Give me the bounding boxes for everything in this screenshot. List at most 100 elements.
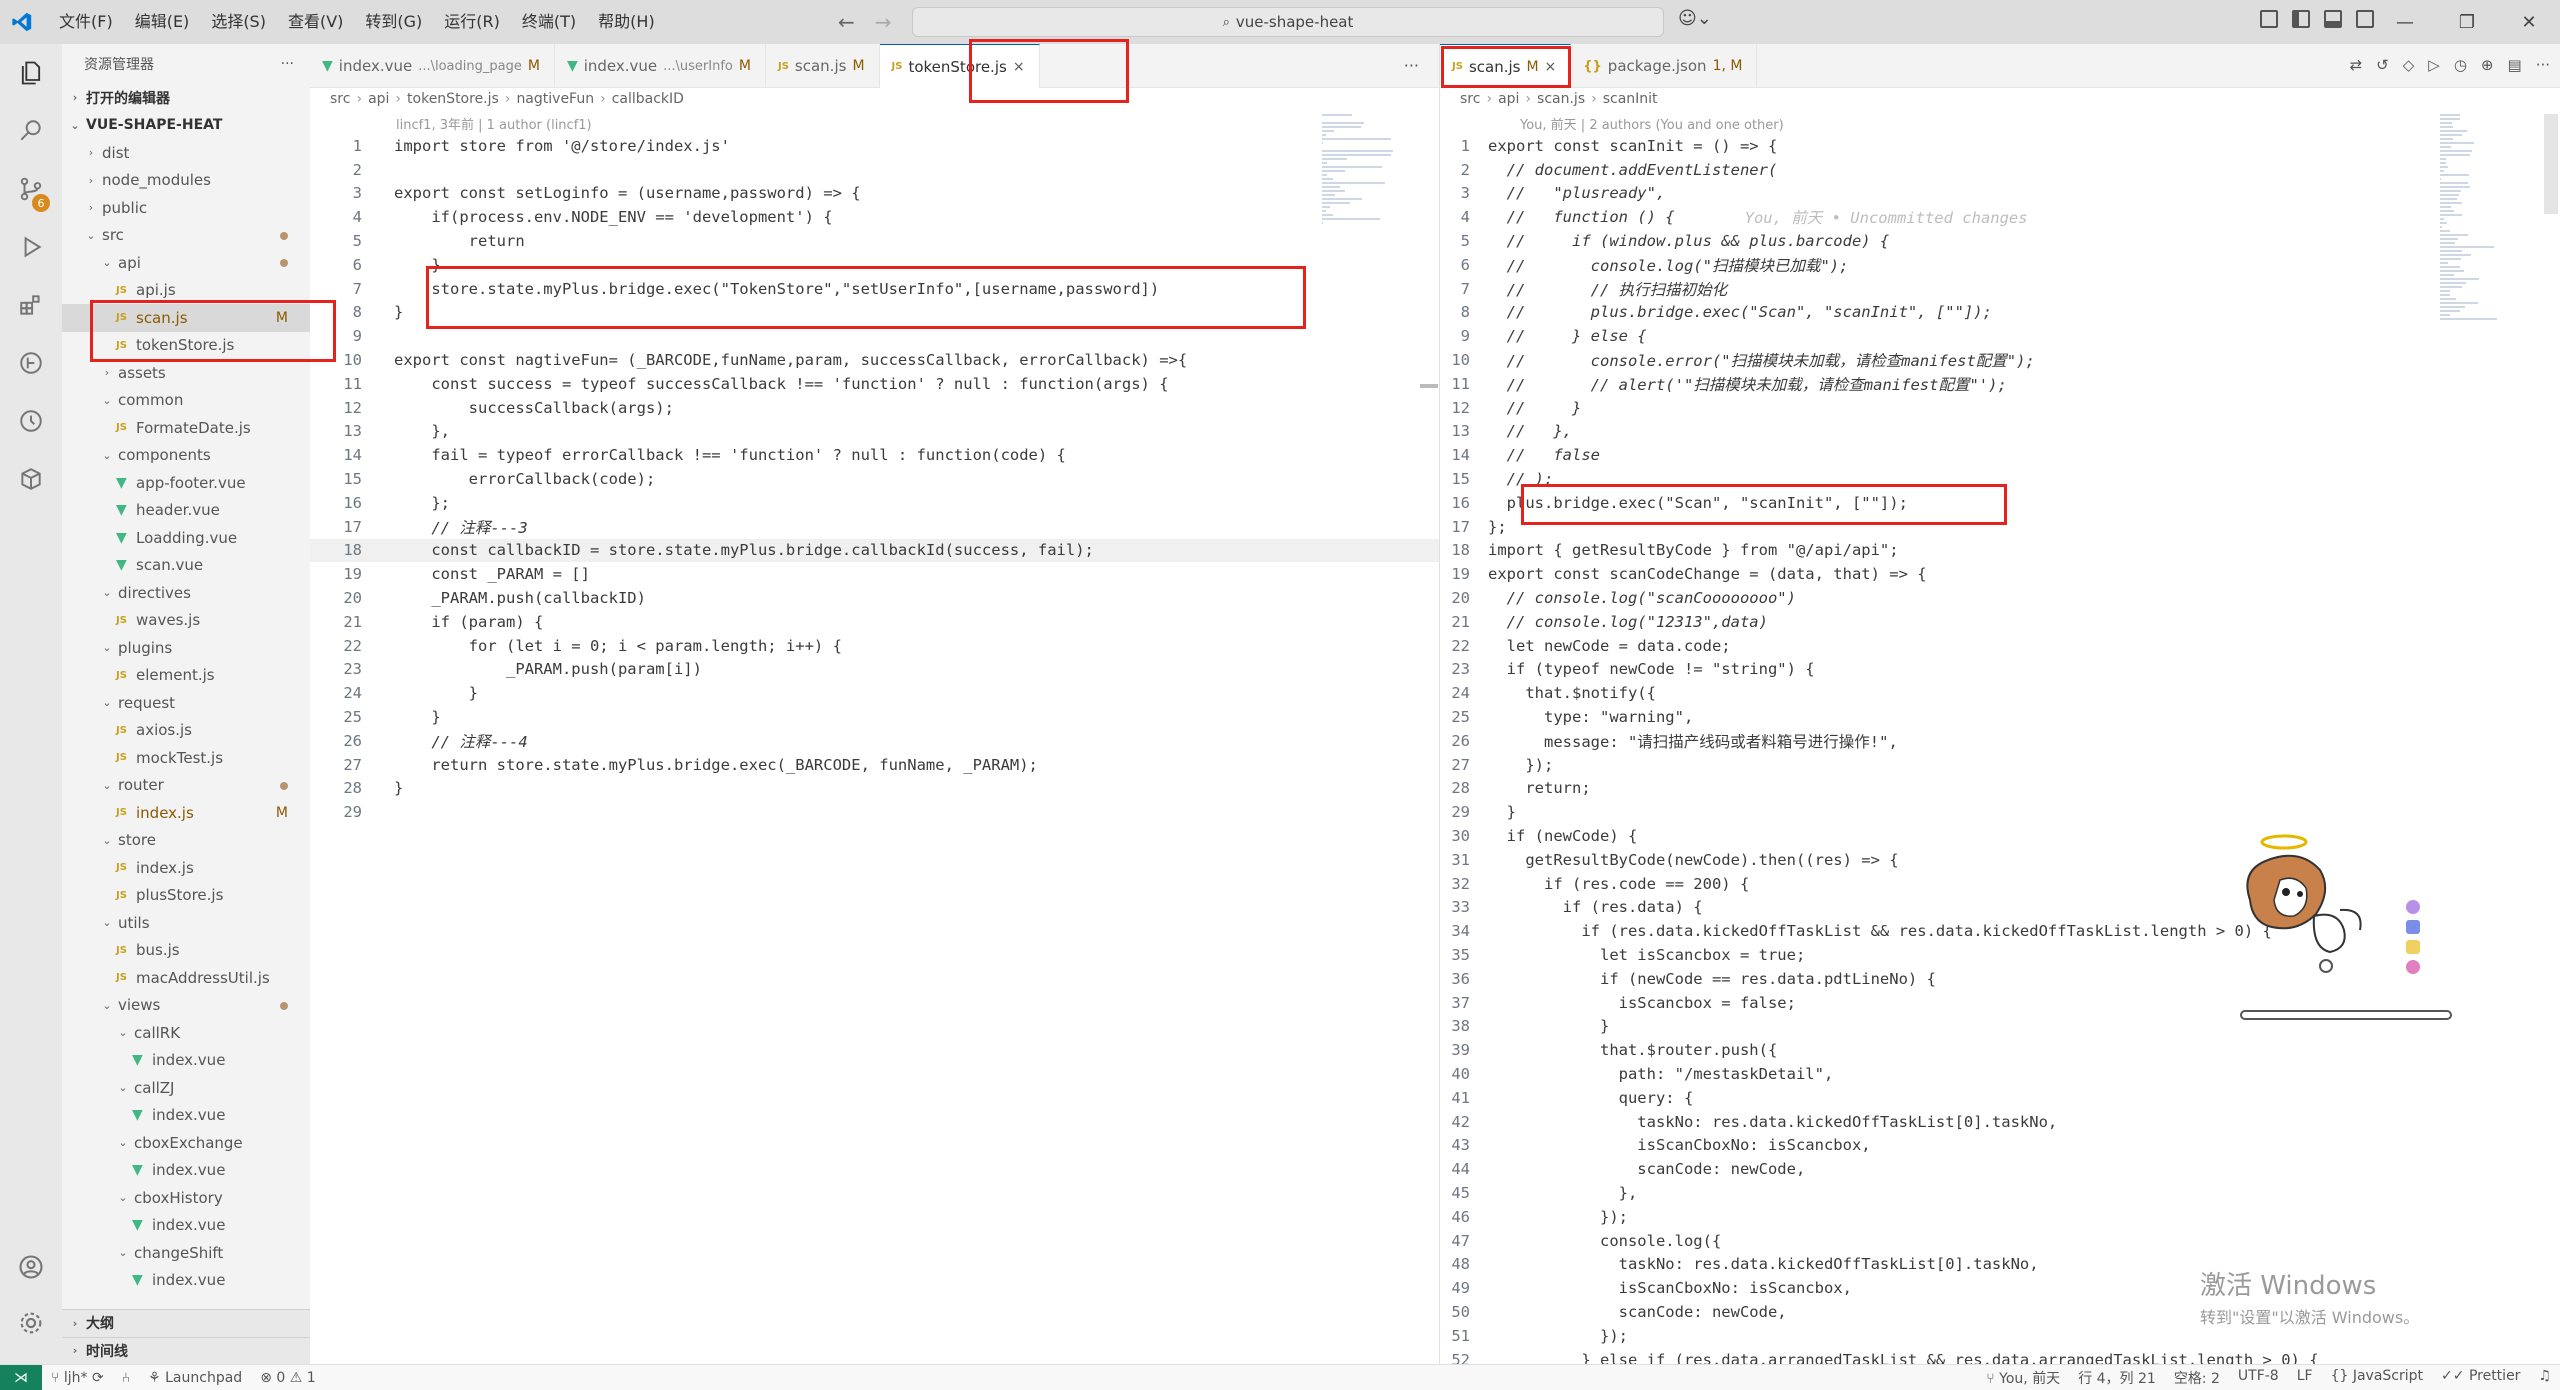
settings-gear-icon[interactable] — [16, 1308, 46, 1338]
branch-indicator[interactable]: ⑂ ljh* ⟳ — [42, 1370, 113, 1386]
indentation[interactable]: 空格: 2 — [2165, 1368, 2229, 1388]
end-of-line[interactable]: LF — [2288, 1368, 2322, 1388]
code-line[interactable]: 27 }); — [1440, 753, 2560, 777]
right-scrollbar-thumb[interactable] — [2544, 114, 2558, 214]
cursor-position[interactable]: 行 4，列 21 — [2069, 1368, 2165, 1388]
breadcrumb-item[interactable]: tokenStore.js — [407, 91, 499, 107]
open-editors-section[interactable]: › 打开的编辑器 — [62, 84, 310, 112]
code-line[interactable]: 25 type: "warning", — [1440, 705, 2560, 729]
code-line[interactable]: 14 fail = typeof errorCallback !== 'func… — [310, 443, 1439, 467]
editor-tab[interactable]: {} package.json 1, M — [1571, 44, 1758, 88]
blame-status[interactable]: ⑂ You, 前天 — [1977, 1368, 2069, 1388]
tree-folder[interactable]: ⌄ api — [62, 249, 310, 277]
tree-folder[interactable]: › public — [62, 194, 310, 222]
code-line[interactable]: 3 // "plusready", — [1440, 182, 2560, 206]
menu-item[interactable]: 帮助(H) — [587, 0, 666, 44]
more-actions-icon[interactable]: ··· — [281, 56, 294, 72]
tree-folder[interactable]: ⌄ components — [62, 442, 310, 470]
split-editor-icon[interactable]: ▤ — [2508, 56, 2522, 74]
tree-file[interactable]: JS index.js M — [62, 799, 310, 827]
code-line[interactable]: 27 return store.state.myPlus.bridge.exec… — [310, 753, 1439, 777]
tree-file[interactable]: JS scan.js M — [62, 304, 310, 332]
code-line[interactable]: 13 // }, — [1440, 420, 2560, 444]
explorer-icon[interactable] — [16, 58, 46, 88]
code-line[interactable]: 21 // console.log("12313",data) — [1440, 610, 2560, 634]
tree-file[interactable]: JS api.js — [62, 277, 310, 305]
search-icon[interactable] — [16, 116, 46, 146]
code-line[interactable]: 22 let newCode = data.code; — [1440, 634, 2560, 658]
code-line[interactable]: 18 import { getResultByCode } from "@/api… — [1440, 539, 2560, 563]
code-line[interactable]: 28} — [310, 777, 1439, 801]
code-line[interactable]: 12 successCallback(args); — [310, 396, 1439, 420]
code-line[interactable]: 24 } — [310, 681, 1439, 705]
tree-folder[interactable]: ⌄ utils — [62, 909, 310, 937]
code-line[interactable]: 28 return; — [1440, 777, 2560, 801]
git-history-icon[interactable]: ↺ — [2376, 56, 2389, 74]
tree-folder[interactable]: ⌄ directives — [62, 579, 310, 607]
tree-file[interactable]: JS plusStore.js — [62, 882, 310, 910]
tree-folder[interactable]: ⌄ request — [62, 689, 310, 717]
containers-icon[interactable] — [16, 464, 46, 494]
pet-food-icon[interactable] — [2406, 940, 2420, 954]
code-line[interactable]: 22 for (let i = 0; i < param.length; i++… — [310, 634, 1439, 658]
menu-item[interactable]: 转到(G) — [354, 0, 433, 44]
left-minimap[interactable] — [1322, 114, 1398, 230]
code-line[interactable]: 16 plus.bridge.exec("Scan", "scanInit", … — [1440, 491, 2560, 515]
code-line[interactable]: 47 console.log({ — [1440, 1229, 2560, 1253]
code-line[interactable]: 34 if (res.data.kickedOffTaskList && res… — [1440, 919, 2560, 943]
tree-folder[interactable]: ⌄ cboxHistory — [62, 1184, 310, 1212]
editor-more-actions-icon[interactable]: ··· — [1404, 56, 1419, 75]
extensions-icon[interactable] — [16, 290, 46, 320]
tree-folder[interactable]: ⌄ callZJ — [62, 1074, 310, 1102]
tree-folder[interactable]: ⌄ views — [62, 992, 310, 1020]
tree-folder[interactable]: ⌄ cboxExchange — [62, 1129, 310, 1157]
remote-explorer-icon[interactable] — [16, 406, 46, 436]
launchpad-button[interactable]: ⚘ Launchpad — [139, 1370, 251, 1386]
pet-heart-icon[interactable] — [2406, 960, 2420, 974]
back-arrow-icon[interactable]: ← — [838, 10, 855, 34]
right-minimap[interactable] — [2440, 114, 2498, 322]
code-line[interactable]: 13 }, — [310, 420, 1439, 444]
code-line[interactable]: 15 // ); — [1440, 467, 2560, 491]
code-line[interactable]: 4 if(process.env.NODE_ENV == 'developmen… — [310, 205, 1439, 229]
code-line[interactable]: 35 let isScancbox = true; — [1440, 943, 2560, 967]
code-line[interactable]: 8 // plus.bridge.exec("Scan", "scanInit"… — [1440, 301, 2560, 325]
code-line[interactable]: 4 // function () {You, 前天 • Uncommitted … — [1440, 205, 2560, 229]
code-line[interactable]: 9 // } else { — [1440, 324, 2560, 348]
code-line[interactable]: 15 errorCallback(code); — [310, 467, 1439, 491]
outline-section[interactable]: › 大纲 — [62, 1309, 310, 1337]
tree-file[interactable]: JS mockTest.js — [62, 744, 310, 772]
open-timeline-icon[interactable]: ◷ — [2454, 56, 2467, 74]
tree-file[interactable]: ▼ index.vue — [62, 1267, 310, 1295]
code-line[interactable]: 43 isScanCboxNo: isScancbox, — [1440, 1133, 2560, 1157]
editor-tab[interactable]: JS scan.js M — [766, 44, 880, 88]
breadcrumb-item[interactable]: api — [1498, 91, 1519, 107]
tree-file[interactable]: JS index.js — [62, 854, 310, 882]
code-line[interactable]: 7 store.state.myPlus.bridge.exec("TokenS… — [310, 277, 1439, 301]
tree-folder[interactable]: ⌄ changeShift — [62, 1239, 310, 1267]
tree-file[interactable]: ▼ header.vue — [62, 497, 310, 525]
toggle-secondary-sidebar-icon[interactable] — [2356, 10, 2374, 28]
code-line[interactable]: 30 if (newCode) { — [1440, 824, 2560, 848]
encoding[interactable]: UTF-8 — [2229, 1368, 2288, 1388]
menu-item[interactable]: 文件(F) — [48, 0, 124, 44]
tree-file[interactable]: JS FormateDate.js — [62, 414, 310, 442]
forward-arrow-icon[interactable]: → — [875, 10, 892, 34]
maximize-icon[interactable]: ❐ — [2436, 0, 2498, 44]
code-line[interactable]: 29 — [310, 800, 1439, 824]
prettier-status[interactable]: ✓✓ Prettier — [2432, 1368, 2529, 1388]
menu-item[interactable]: 终端(T) — [511, 0, 587, 44]
right-code-area[interactable]: 1 export const scanInit = () => {2 // doc… — [1440, 134, 2560, 1364]
code-line[interactable]: 16 }; — [310, 491, 1439, 515]
tree-folder[interactable]: ⌄ common — [62, 387, 310, 415]
code-line[interactable]: 33 if (res.data) { — [1440, 896, 2560, 920]
code-line[interactable]: 11 const success = typeof successCallbac… — [310, 372, 1439, 396]
tree-file[interactable]: JS macAddressUtil.js — [62, 964, 310, 992]
accounts-icon[interactable] — [16, 1252, 46, 1282]
code-line[interactable]: 17 // 注释---3 — [310, 515, 1439, 539]
tree-folder[interactable]: ⌄ callRK — [62, 1019, 310, 1047]
code-line[interactable]: 1 import store from '@/store/index.js' — [310, 134, 1439, 158]
tree-file[interactable]: JS tokenStore.js — [62, 332, 310, 360]
code-line[interactable]: 32 if (res.code == 200) { — [1440, 872, 2560, 896]
prev-change-icon[interactable]: ◇ — [2403, 56, 2415, 74]
